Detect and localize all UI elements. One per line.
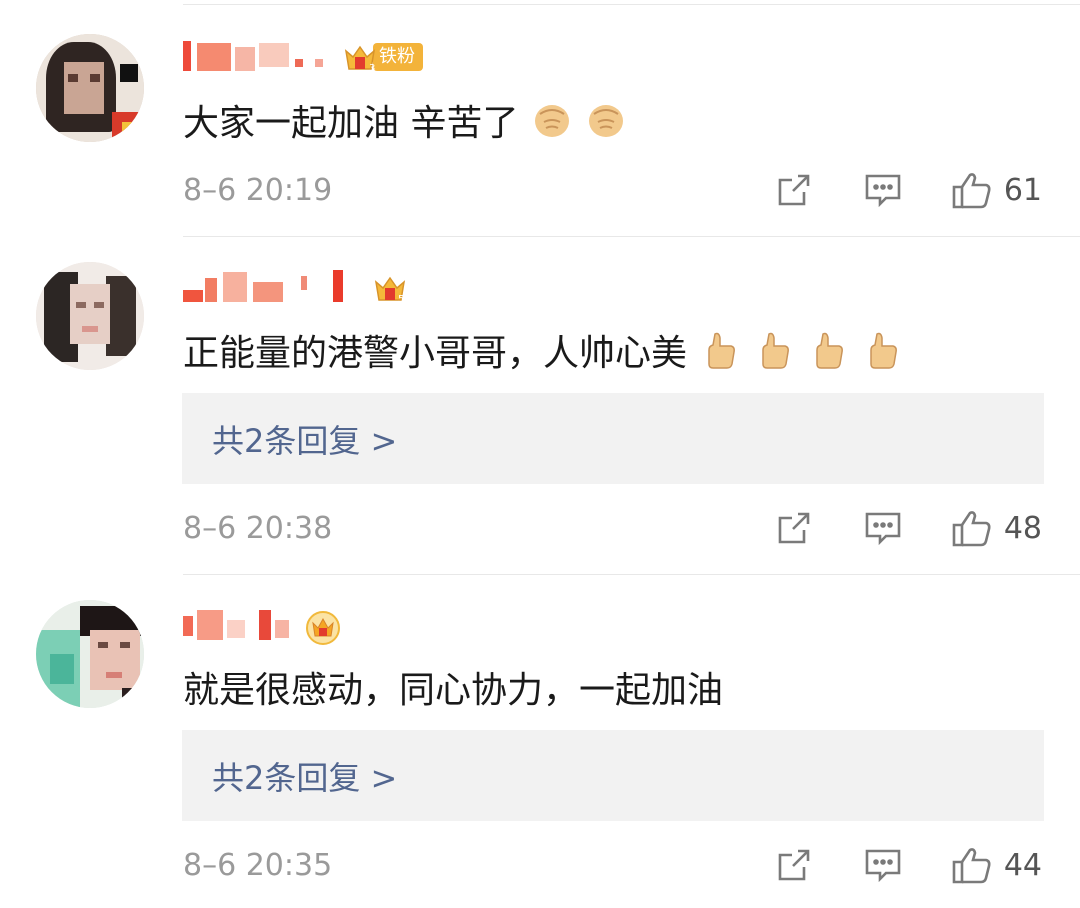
thumbs-up-emoji — [863, 330, 903, 370]
fist-emoji — [532, 100, 572, 140]
crown-icon: 3 — [343, 41, 377, 74]
divider — [183, 4, 1080, 5]
avatar[interactable] — [36, 34, 144, 142]
username-blurred[interactable] — [183, 268, 363, 308]
comment-text: 大家一起加油 辛苦了 — [183, 95, 626, 145]
like-icon — [952, 848, 991, 884]
fan-badge-label: 铁粉 — [373, 43, 423, 71]
svg-text:3: 3 — [369, 63, 375, 73]
like-icon — [952, 173, 991, 209]
username-row: 5 — [183, 266, 407, 310]
like-icon — [952, 511, 991, 547]
like-button[interactable]: 44 — [952, 846, 1042, 884]
username-row — [183, 604, 340, 648]
avatar[interactable] — [36, 600, 144, 708]
comment-body: 大家一起加油 辛苦了 — [183, 103, 519, 144]
comment-meta: 8–6 20:35 44 — [183, 843, 1042, 887]
share-icon[interactable] — [776, 172, 812, 208]
share-icon[interactable] — [776, 847, 812, 883]
comment-meta: 8–6 20:19 61 — [183, 168, 1042, 212]
comment-body: 正能量的港警小哥哥，人帅心美 — [183, 333, 688, 374]
crown-icon — [305, 610, 340, 645]
divider — [183, 236, 1080, 237]
fan-badge: 3 铁粉 — [343, 41, 423, 74]
comment-icon[interactable] — [864, 847, 902, 883]
comment-text: 正能量的港警小哥哥，人帅心美 — [183, 325, 903, 375]
thumbs-up-emoji — [701, 330, 741, 370]
username-blurred[interactable] — [183, 37, 333, 77]
comment-text: 就是很感动，同心协力，一起加油 — [183, 662, 723, 712]
comment-meta: 8–6 20:38 48 — [183, 506, 1042, 550]
username-row: 3 铁粉 — [183, 35, 423, 79]
thumbs-up-emoji — [755, 330, 795, 370]
avatar[interactable] — [36, 262, 144, 370]
crown-icon: 5 — [373, 272, 407, 305]
comment-body: 就是很感动，同心协力，一起加油 — [183, 670, 724, 711]
view-replies-link[interactable]: 共2条回复 > — [182, 730, 1044, 821]
svg-text:5: 5 — [398, 294, 404, 304]
like-button[interactable]: 61 — [952, 171, 1042, 209]
comment-time: 8–6 20:19 — [183, 172, 333, 208]
like-button[interactable]: 48 — [952, 509, 1042, 547]
divider — [183, 574, 1080, 575]
comment-icon[interactable] — [864, 172, 902, 208]
like-count: 44 — [1003, 847, 1042, 883]
username-blurred[interactable] — [183, 606, 295, 646]
thumbs-up-emoji — [809, 330, 849, 370]
fist-emoji — [586, 100, 626, 140]
like-count: 61 — [1003, 172, 1042, 208]
comment-time: 8–6 20:38 — [183, 510, 333, 546]
comment-icon[interactable] — [864, 510, 902, 546]
view-replies-link[interactable]: 共2条回复 > — [182, 393, 1044, 484]
comment-time: 8–6 20:35 — [183, 847, 333, 883]
share-icon[interactable] — [776, 510, 812, 546]
like-count: 48 — [1003, 510, 1042, 546]
